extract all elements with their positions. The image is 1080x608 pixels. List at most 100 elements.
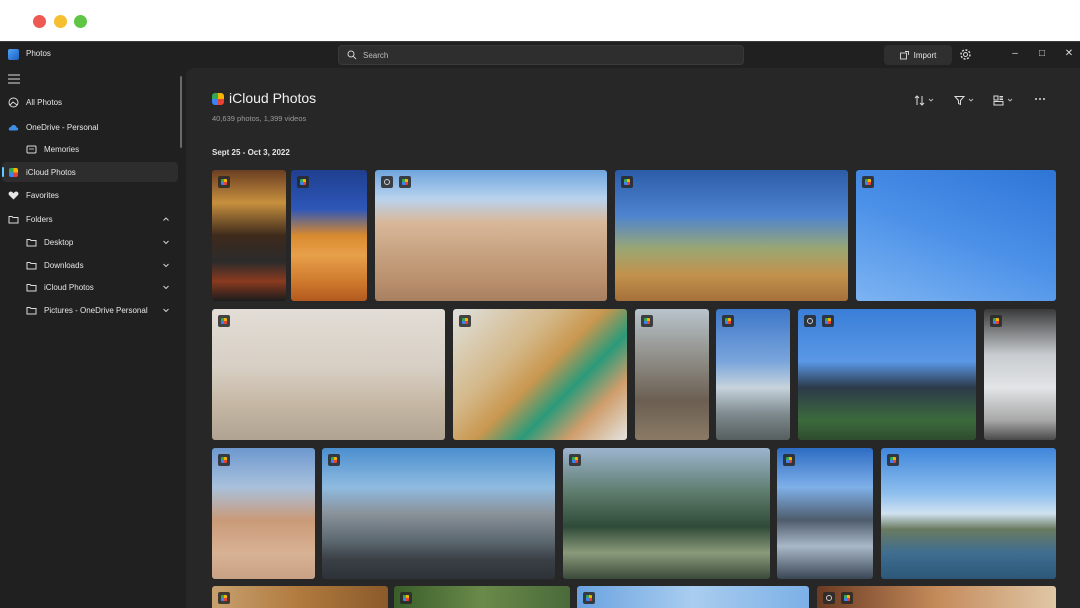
photo-tile[interactable] bbox=[563, 448, 770, 579]
minimize-icon[interactable]: – bbox=[1008, 47, 1022, 61]
icloud-photos-header-icon bbox=[212, 93, 224, 105]
import-icon bbox=[899, 50, 909, 59]
hamburger-menu-icon[interactable] bbox=[8, 74, 20, 84]
chevron-down-icon bbox=[1007, 98, 1013, 102]
icloud-badge-icon bbox=[399, 176, 411, 188]
search-icon bbox=[347, 50, 357, 60]
sidebar-item-icloud-photos[interactable]: iCloud Photos bbox=[2, 162, 178, 182]
app-title: Photos bbox=[26, 49, 51, 58]
chevron-down-icon[interactable] bbox=[162, 306, 170, 314]
sidebar-item-all-photos[interactable]: All Photos bbox=[2, 92, 178, 112]
photo-tile[interactable] bbox=[375, 170, 607, 301]
icloud-badge-icon bbox=[400, 592, 412, 604]
sidebar-item-downloads[interactable]: Downloads bbox=[2, 255, 178, 275]
icloud-badge-icon bbox=[887, 454, 899, 466]
minimize-traffic-light[interactable] bbox=[54, 15, 67, 28]
filter-icon bbox=[954, 95, 965, 105]
icloud-badge-icon bbox=[783, 454, 795, 466]
photo-tile[interactable] bbox=[212, 170, 286, 301]
photo-tile[interactable] bbox=[322, 448, 555, 579]
sidebar-item-label: OneDrive - Personal bbox=[26, 122, 99, 132]
icloud-badge-icon bbox=[722, 315, 734, 327]
photo-tile[interactable] bbox=[577, 586, 809, 608]
sidebar-item-pictures-onedrive[interactable]: Pictures - OneDrive Personal bbox=[2, 300, 178, 320]
sort-icon bbox=[914, 94, 925, 106]
chevron-up-icon[interactable] bbox=[162, 215, 170, 223]
photo-tile[interactable] bbox=[716, 309, 790, 440]
photo-tile[interactable] bbox=[394, 586, 570, 608]
sidebar-item-label: Pictures - OneDrive Personal bbox=[44, 305, 148, 315]
photos-app-icon bbox=[8, 49, 19, 60]
sidebar-item-memories[interactable]: Memories bbox=[2, 139, 178, 159]
icloud-badge-icon bbox=[990, 315, 1002, 327]
zoom-traffic-light[interactable] bbox=[74, 15, 87, 28]
live-photo-icon bbox=[823, 592, 835, 604]
title-bar: Photos Import – □ ✕ bbox=[0, 42, 1080, 68]
photos-window: Photos Import – □ ✕ All Photos OneDrive … bbox=[0, 41, 1080, 608]
sort-button[interactable] bbox=[914, 93, 934, 107]
icloud-photos-icon bbox=[8, 167, 19, 178]
main-content: iCloud Photos 40,639 photos, 1,399 video… bbox=[186, 68, 1080, 608]
sidebar-item-label: All Photos bbox=[26, 97, 63, 107]
photo-tile[interactable] bbox=[212, 448, 315, 579]
sidebar-item-favorites[interactable]: Favorites bbox=[2, 185, 178, 205]
icloud-badge-icon bbox=[328, 454, 340, 466]
folder-icon bbox=[8, 215, 19, 223]
folder-icon bbox=[26, 283, 37, 291]
sidebar-item-label: Downloads bbox=[44, 260, 84, 270]
sidebar-item-onedrive[interactable]: OneDrive - Personal bbox=[2, 117, 178, 137]
photo-tile[interactable] bbox=[212, 309, 445, 440]
view-grid-icon bbox=[993, 95, 1004, 105]
photo-tile[interactable] bbox=[212, 586, 388, 608]
live-photo-icon bbox=[381, 176, 393, 188]
photo-tile[interactable] bbox=[777, 448, 873, 579]
icloud-badge-icon bbox=[218, 592, 230, 604]
folder-icon bbox=[26, 306, 37, 314]
filter-button[interactable] bbox=[954, 93, 974, 107]
photo-tile[interactable] bbox=[615, 170, 848, 301]
folder-icon bbox=[26, 261, 37, 269]
chevron-down-icon[interactable] bbox=[162, 283, 170, 291]
icloud-badge-icon bbox=[822, 315, 834, 327]
icloud-badge-icon bbox=[297, 176, 309, 188]
import-button[interactable]: Import bbox=[884, 45, 952, 65]
sidebar-item-label: iCloud Photos bbox=[26, 167, 76, 177]
sidebar-item-folders[interactable]: Folders bbox=[2, 209, 178, 229]
icloud-badge-icon bbox=[569, 454, 581, 466]
maximize-icon[interactable]: □ bbox=[1035, 47, 1049, 61]
icloud-badge-icon bbox=[218, 176, 230, 188]
gear-icon[interactable] bbox=[959, 48, 972, 61]
chevron-down-icon[interactable] bbox=[162, 238, 170, 246]
close-traffic-light[interactable] bbox=[33, 15, 46, 28]
photo-tile[interactable] bbox=[453, 309, 627, 440]
photo-tile[interactable] bbox=[817, 586, 1056, 608]
sidebar-item-icloud-photos-folder[interactable]: iCloud Photos bbox=[2, 277, 178, 297]
heart-icon bbox=[8, 191, 19, 199]
close-icon[interactable]: ✕ bbox=[1062, 47, 1076, 61]
search-box[interactable] bbox=[338, 45, 744, 65]
icloud-badge-icon bbox=[459, 315, 471, 327]
photo-tile[interactable] bbox=[856, 170, 1056, 301]
folder-icon bbox=[26, 238, 37, 246]
import-label: Import bbox=[913, 50, 937, 60]
photo-tile[interactable] bbox=[635, 309, 709, 440]
search-input[interactable] bbox=[361, 49, 731, 62]
sidebar-item-label: Favorites bbox=[26, 190, 59, 200]
icloud-badge-icon bbox=[583, 592, 595, 604]
icloud-badge-icon bbox=[218, 315, 230, 327]
sidebar-item-label: Desktop bbox=[44, 237, 74, 247]
sidebar-scrollbar[interactable] bbox=[180, 76, 182, 148]
view-options-button[interactable] bbox=[993, 93, 1013, 107]
photo-tile[interactable] bbox=[881, 448, 1056, 579]
mac-window-chrome bbox=[0, 0, 1080, 41]
chevron-down-icon[interactable] bbox=[162, 261, 170, 269]
photo-tile[interactable] bbox=[798, 309, 976, 440]
chevron-down-icon bbox=[928, 98, 934, 102]
more-options-icon[interactable] bbox=[1034, 94, 1046, 104]
photo-tile[interactable] bbox=[984, 309, 1056, 440]
icloud-badge-icon bbox=[641, 315, 653, 327]
sidebar-item-desktop[interactable]: Desktop bbox=[2, 232, 178, 252]
photo-tile[interactable] bbox=[291, 170, 367, 301]
chevron-down-icon bbox=[968, 98, 974, 102]
memories-icon bbox=[26, 145, 37, 153]
